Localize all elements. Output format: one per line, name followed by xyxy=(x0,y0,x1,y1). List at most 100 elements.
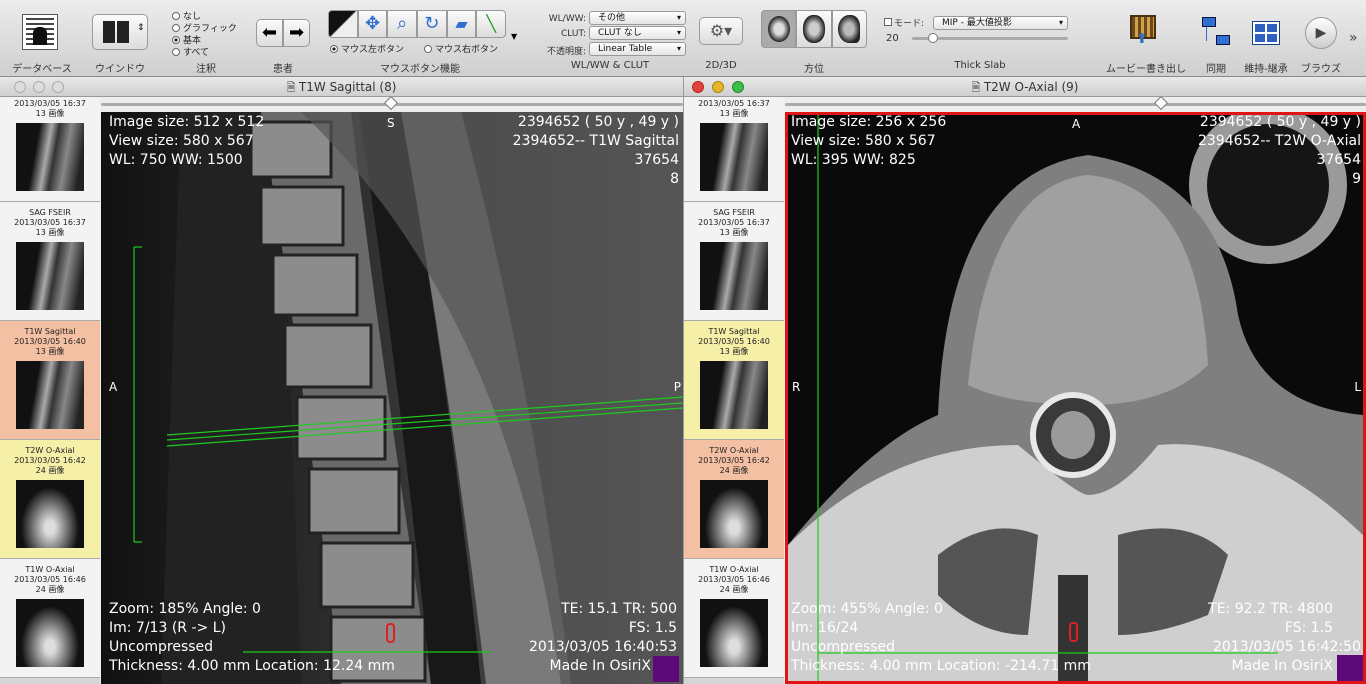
right-titlebar: 🗎 T2W O-Axial (9) xyxy=(684,77,1366,97)
mouse-right-radio[interactable]: マウス右ボタン xyxy=(424,42,498,55)
series-name: SAG FSEIR xyxy=(713,208,755,217)
series-name: T2W O-Axial xyxy=(709,446,759,455)
series-thumbnail[interactable]: T1W Sagittal 2013/03/05 16:40 13 画像 xyxy=(684,321,784,440)
arrow-left-icon: ⬅ xyxy=(261,22,278,43)
series-date: 2013/03/05 16:37 xyxy=(698,218,770,227)
browse-button[interactable]: ▶ xyxy=(1305,17,1337,49)
play-icon: ▶ xyxy=(1315,25,1327,41)
series-thumbnail[interactable]: T1W O-Axial 2013/03/05 16:46 24 画像 xyxy=(684,559,784,678)
close-icon[interactable] xyxy=(692,81,704,93)
database-button[interactable] xyxy=(22,14,58,50)
right-slider-knob[interactable] xyxy=(1153,95,1169,111)
left-titlebar: 🗎 T1W Sagittal (8) xyxy=(0,77,683,97)
sagittal-button[interactable] xyxy=(831,10,867,48)
measure-tool-button[interactable]: ╲ xyxy=(476,10,507,38)
orientation-label: 方位 xyxy=(804,64,824,75)
database-label: データベース xyxy=(12,64,72,75)
left-series-sidebar: 2013/03/05 16:37 13 画像 SAG FSEIR 2013/03/05… xyxy=(0,97,100,684)
left-image-slider[interactable] xyxy=(101,95,683,111)
mode-select[interactable]: MIP - 最大値投影 xyxy=(933,16,1068,30)
series-thumbnail[interactable]: T2W O-Axial 2013/03/05 16:42 24 画像 xyxy=(684,440,784,559)
right-orient-top: A xyxy=(1072,117,1081,131)
next-patient-button[interactable]: ➡ xyxy=(283,19,310,47)
chevron-updown-icon: ⇕ xyxy=(137,23,145,33)
head-coronal-icon xyxy=(802,15,825,43)
left-te-tr: TE: 15.1 TR: 500 xyxy=(561,601,677,617)
right-viewport[interactable]: Image size: 256 x 256 View size: 580 x 5… xyxy=(785,112,1366,684)
series-count: 24 画像 xyxy=(719,466,749,475)
left-viewport[interactable]: Image size: 512 x 512 View size: 580 x 5… xyxy=(101,112,683,684)
clut-select[interactable]: CLUT なし xyxy=(589,26,686,40)
slab-value: 20 xyxy=(886,33,899,44)
move-tool-button[interactable]: ✥ xyxy=(357,10,388,38)
rotate-tool-button[interactable]: ↻ xyxy=(417,10,447,38)
sync-label: 同期 xyxy=(1206,64,1226,75)
left-window-title: T1W Sagittal (8) xyxy=(298,80,397,94)
series-preview xyxy=(16,361,84,429)
left-orient-right: P xyxy=(673,380,681,394)
sync-icon xyxy=(1202,17,1216,27)
close-icon[interactable] xyxy=(14,81,26,93)
series-count: 13 画像 xyxy=(35,228,65,237)
series-date: 2013/03/05 16:46 xyxy=(14,575,86,584)
series-thumbnail[interactable]: T1W O-Axial 2013/03/05 16:46 24 画像 xyxy=(0,559,100,678)
right-orient-right: L xyxy=(1354,380,1361,394)
left-compression: Uncompressed xyxy=(109,639,214,655)
series-name: T1W O-Axial xyxy=(709,565,759,574)
scroll-tool-button[interactable]: ▰ xyxy=(446,10,477,38)
movie-label: ムービー書き出し xyxy=(1106,64,1186,75)
right-image-slider[interactable] xyxy=(785,95,1366,111)
right-fs: FS: 1.5 xyxy=(1284,620,1333,636)
mouse-tools: ✥ ⌕ ↻ ▰ ╲ xyxy=(328,10,507,38)
series-thumbnail[interactable]: 2013/03/05 16:37 13 画像 xyxy=(684,97,784,202)
window-layout-button[interactable]: ⇕ xyxy=(92,14,148,50)
minimize-icon[interactable] xyxy=(712,81,724,93)
document-icon: 🗎 xyxy=(971,81,984,94)
wlww-tool-button[interactable] xyxy=(328,10,358,38)
left-image-index: Im: 7/13 (R -> L) xyxy=(109,620,226,636)
series-thumbnail[interactable]: T1W Sagittal 2013/03/05 16:40 13 画像 xyxy=(0,321,100,440)
overflow-chevron-icon[interactable]: » xyxy=(1349,30,1358,46)
zoom-icon[interactable] xyxy=(732,81,744,93)
series-thumbnail[interactable]: T2W O-Axial 2013/03/05 16:42 24 画像 xyxy=(0,440,100,559)
prev-patient-button[interactable]: ⬅ xyxy=(256,19,283,47)
sync-button[interactable] xyxy=(1200,15,1232,47)
annotation-label: 注釈 xyxy=(196,64,216,75)
series-date: 2013/03/05 16:37 xyxy=(14,218,86,227)
movie-export-button[interactable]: ⬆ xyxy=(1130,15,1160,47)
wlww-select[interactable]: その他 xyxy=(589,11,686,25)
right-made-in: Made In OsiriX xyxy=(1231,658,1334,674)
series-count: 24 画像 xyxy=(35,466,65,475)
annot-all-radio[interactable]: すべて xyxy=(172,45,209,58)
series-thumbnail[interactable]: SAG FSEIR 2013/03/05 16:37 13 画像 xyxy=(684,202,784,321)
browse-label: ブラウズ xyxy=(1301,64,1341,75)
coronal-button[interactable] xyxy=(796,10,832,48)
zoom-icon[interactable] xyxy=(52,81,64,93)
opacity-select[interactable]: Linear Table xyxy=(589,42,686,56)
series-thumbnail[interactable]: 2013/03/05 16:37 13 画像 xyxy=(0,97,100,202)
series-thumbnail[interactable]: SAG FSEIR 2013/03/05 16:37 13 画像 xyxy=(0,202,100,321)
mouse-left-radio[interactable]: マウス左ボタン xyxy=(330,42,404,55)
axial-button[interactable] xyxy=(761,10,797,48)
zoom-tool-button[interactable]: ⌕ xyxy=(387,10,418,38)
arrow-right-icon: ➡ xyxy=(288,22,305,43)
chevron-down-icon[interactable]: ▼ xyxy=(511,32,517,41)
minimize-icon[interactable] xyxy=(33,81,45,93)
right-study-num: 37654 xyxy=(1316,152,1361,168)
series-preview xyxy=(16,480,84,548)
left-slider-knob[interactable] xyxy=(383,95,399,111)
mode-label: モード: xyxy=(894,19,925,29)
slab-slider[interactable] xyxy=(912,33,1068,43)
right-mri-image xyxy=(788,115,1363,681)
2d3d-button[interactable]: ⚙▾ xyxy=(699,17,743,45)
series-name: T1W Sagittal xyxy=(708,327,760,336)
left-image-size: Image size: 512 x 512 xyxy=(109,114,265,130)
series-name: T2W O-Axial xyxy=(25,446,75,455)
toolbar: データベース ⇕ ウインドウ なし グラフィック 基本 すべて 注釈 ⬅ ➡ 患… xyxy=(0,0,1366,77)
person-icon xyxy=(33,27,47,45)
left-viewer-window: 🗎 T1W Sagittal (8) 2013/03/05 16:37 13 画像… xyxy=(0,77,683,684)
left-mri-image xyxy=(101,112,683,684)
slab-slider-knob[interactable] xyxy=(928,33,938,43)
keep-button[interactable] xyxy=(1252,21,1280,45)
mode-checkbox[interactable] xyxy=(884,18,892,26)
